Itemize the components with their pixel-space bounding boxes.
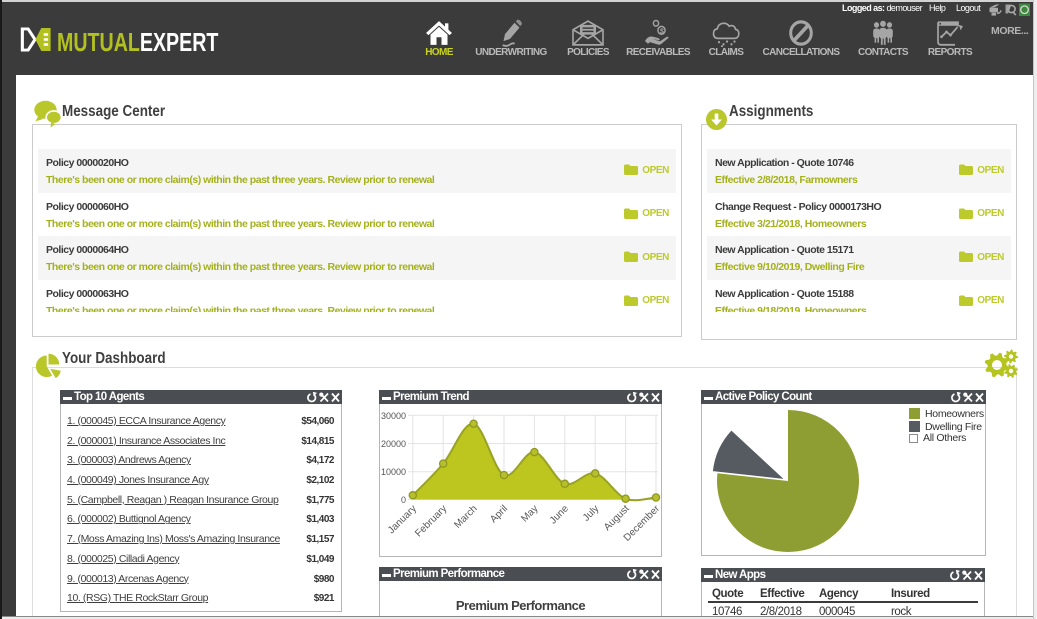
svg-text:June: June bbox=[548, 503, 571, 526]
svg-text:May: May bbox=[519, 503, 540, 524]
svg-text:July: July bbox=[581, 503, 601, 523]
svg-text:20000: 20000 bbox=[381, 439, 406, 449]
svg-text:August: August bbox=[602, 503, 632, 533]
svg-text:March: March bbox=[452, 503, 479, 530]
svg-text:April: April bbox=[488, 503, 510, 525]
svg-text:0: 0 bbox=[401, 495, 406, 505]
svg-text:30000: 30000 bbox=[381, 411, 406, 421]
svg-text:10000: 10000 bbox=[381, 467, 406, 477]
svg-text:February: February bbox=[413, 503, 449, 539]
